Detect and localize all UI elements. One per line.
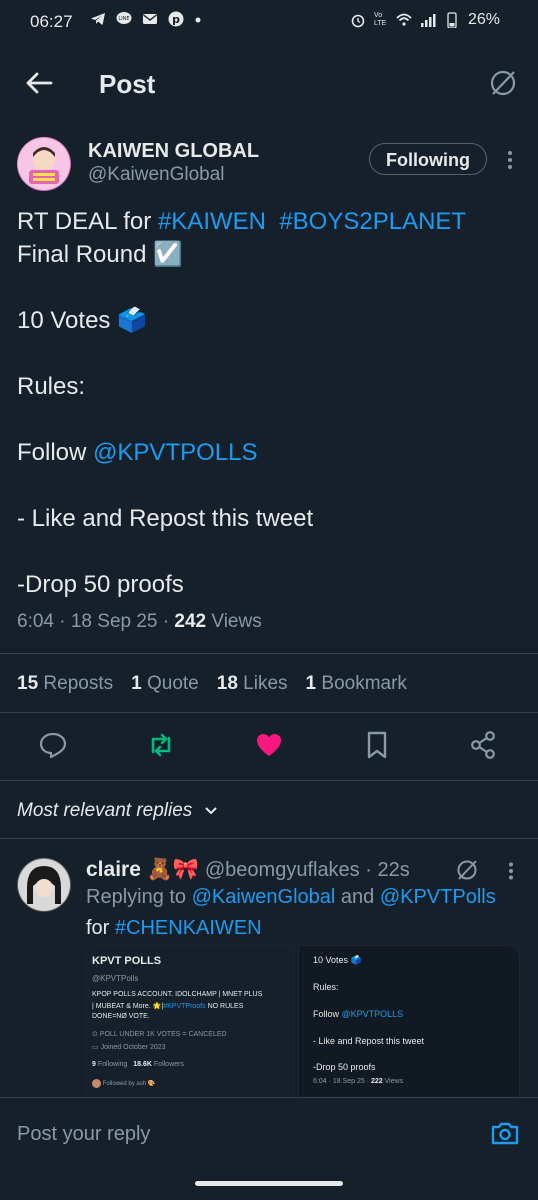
bookmark-icon[interactable]: [362, 730, 392, 760]
more-options-icon[interactable]: [505, 150, 515, 170]
reply-image-tweet-screenshot[interactable]: 10 Votes 🗳️ Rules: Follow @KPVTPOLLS - L…: [298, 945, 520, 1098]
reply-author-name[interactable]: claire 🧸🎀: [86, 858, 199, 881]
likes-stat[interactable]: 18 Likes: [217, 673, 288, 695]
avatar-image: [18, 859, 70, 911]
svg-text:LINE: LINE: [118, 16, 129, 22]
bookmarks-stat[interactable]: 1 Bookmark: [306, 673, 407, 695]
status-time: 06:27: [30, 12, 73, 31]
image-follow-counts: 9 Following 18.6K Followers: [92, 1061, 184, 1068]
hashtag-link[interactable]: #KAIWEN: [158, 208, 266, 235]
page-title: Post: [99, 69, 156, 99]
image-rules: Rules:: [313, 982, 339, 992]
post-votes: 10 Votes 🗳️: [17, 307, 147, 334]
status-bar: 06:27 LINE p Vo LTE 26%: [0, 0, 538, 44]
camera-icon[interactable]: [490, 1118, 520, 1148]
chevron-down-icon: [204, 807, 217, 815]
quotes-stat[interactable]: 1 Quote: [131, 673, 199, 695]
post-body: RT DEAL for #KAIWEN #BOYS2PLANET Final R…: [17, 205, 522, 601]
reply-icon[interactable]: [38, 730, 68, 760]
image-votes: 10 Votes 🗳️: [313, 955, 362, 965]
more-options-icon[interactable]: [507, 862, 515, 880]
image-meta: 6:04 · 18 Sep 25 · 222 Views: [313, 1078, 404, 1085]
reply-text: for #CHENKAIWEN: [86, 917, 262, 940]
mention-link[interactable]: @KPVTPolls: [380, 886, 496, 908]
telegram-icon: [91, 13, 105, 25]
signal-icon: [420, 14, 436, 27]
like-icon[interactable]: [254, 730, 284, 760]
author-avatar[interactable]: [17, 137, 71, 191]
divider: [0, 838, 538, 839]
svg-text:p: p: [172, 13, 180, 26]
image-joined: ▭ Joined October 2023: [92, 1044, 166, 1051]
gesture-bar[interactable]: [195, 1181, 343, 1186]
line-icon: LINE: [116, 12, 132, 24]
reply-avatar[interactable]: [17, 858, 71, 912]
battery-percent: 26%: [467, 11, 500, 28]
top-app-bar: Post: [0, 50, 538, 116]
avatar-image: [18, 138, 70, 190]
replying-and: and: [335, 886, 380, 908]
reply-author-handle[interactable]: @beomgyuflakes · 22s: [205, 859, 410, 881]
image-followed-by: Followed by ash 🎨: [92, 1079, 155, 1088]
grok-icon[interactable]: [488, 68, 518, 98]
post-stats: 15 Reposts 1 Quote 18 Likes 1 Bookmark: [17, 673, 407, 695]
wifi-icon: [396, 13, 412, 26]
replies-sort-label: Most relevant replies: [17, 800, 193, 821]
battery-icon: [447, 12, 457, 28]
volte-label: Vo LTE: [373, 12, 387, 27]
reply-header: claire 🧸🎀 @beomgyuflakes · 22s: [86, 858, 410, 882]
post-line-1: RT DEAL for #KAIWEN #BOYS2PLANET: [17, 205, 522, 238]
image-follow: Follow @KPVTPOLLS: [313, 1009, 404, 1019]
mention-link[interactable]: @KPVTPOLLS: [93, 439, 257, 466]
alarm-icon: [351, 14, 365, 28]
image-drop: -Drop 50 proofs: [313, 1062, 376, 1072]
dot-icon: [195, 17, 201, 23]
image-profile-handle: @KPVTPolls: [92, 974, 139, 983]
reply-text-prefix: for: [86, 917, 115, 939]
share-icon[interactable]: [468, 730, 498, 760]
image-bio-line: DONE=NØ VOTE.: [92, 1013, 150, 1020]
notification-icons: LINE p: [90, 11, 210, 27]
post-actions: [0, 730, 538, 764]
post-line-2: Final Round ☑️: [17, 241, 183, 268]
reposts-stat[interactable]: 15 Reposts: [17, 673, 113, 695]
mention-link[interactable]: @KaiwenGlobal: [192, 886, 336, 908]
pinterest-icon: p: [168, 11, 184, 27]
replies-sort-dropdown[interactable]: Most relevant replies: [17, 800, 218, 822]
author-display-name[interactable]: KAIWEN GLOBAL: [88, 140, 259, 163]
grok-icon[interactable]: [455, 858, 479, 882]
system-icons: Vo LTE 26%: [350, 11, 500, 29]
post-like-repost: - Like and Repost this tweet: [17, 505, 314, 532]
divider: [0, 712, 538, 713]
post-meta: 6:04 · 18 Sep 25 · 242 Views: [17, 611, 262, 633]
image-bio-line: | MUBEAT & More. 🌟|#KPVTProofs NO RULES: [92, 1003, 244, 1010]
post-text: RT DEAL for: [17, 208, 158, 235]
image-bio-line: KPOP POLLS ACCOUNT. IDOLCHAMP | MNET PLU…: [92, 991, 263, 998]
image-like-repost: - Like and Repost this tweet: [313, 1036, 425, 1046]
post-drop: -Drop 50 proofs: [17, 571, 184, 598]
post-follow-line: Follow @KPVTPOLLS: [17, 436, 522, 469]
post-rules: Rules:: [17, 373, 86, 400]
author-handle[interactable]: @KaiwenGlobal: [88, 164, 225, 186]
replying-prefix: Replying to: [86, 886, 192, 908]
image-poll-note: ⊙ POLL UNDER 1K VOTES = CANCELED: [92, 1031, 227, 1038]
post-text: Follow: [17, 439, 94, 466]
repost-icon[interactable]: [146, 730, 176, 760]
views-label: Views: [206, 611, 262, 632]
reply-image-profile-screenshot[interactable]: KPVT POLLS @KPVTPolls KPOP POLLS ACCOUNT…: [86, 945, 294, 1098]
reply-input[interactable]: Post your reply: [17, 1123, 150, 1146]
divider: [0, 653, 538, 654]
image-profile-name: KPVT POLLS: [92, 955, 162, 967]
replying-to: Replying to @KaiwenGlobal and @KPVTPolls: [86, 886, 496, 909]
views-count: 242: [174, 611, 207, 632]
following-button[interactable]: Following: [369, 143, 487, 175]
divider: [0, 780, 538, 781]
back-arrow-icon[interactable]: [24, 68, 54, 98]
hashtag-link[interactable]: #BOYS2PLANET: [279, 208, 466, 235]
post-timestamp: 6:04 · 18 Sep 25 ·: [17, 611, 175, 632]
mail-icon: [143, 14, 157, 24]
hashtag-link[interactable]: #CHENKAIWEN: [115, 917, 262, 939]
